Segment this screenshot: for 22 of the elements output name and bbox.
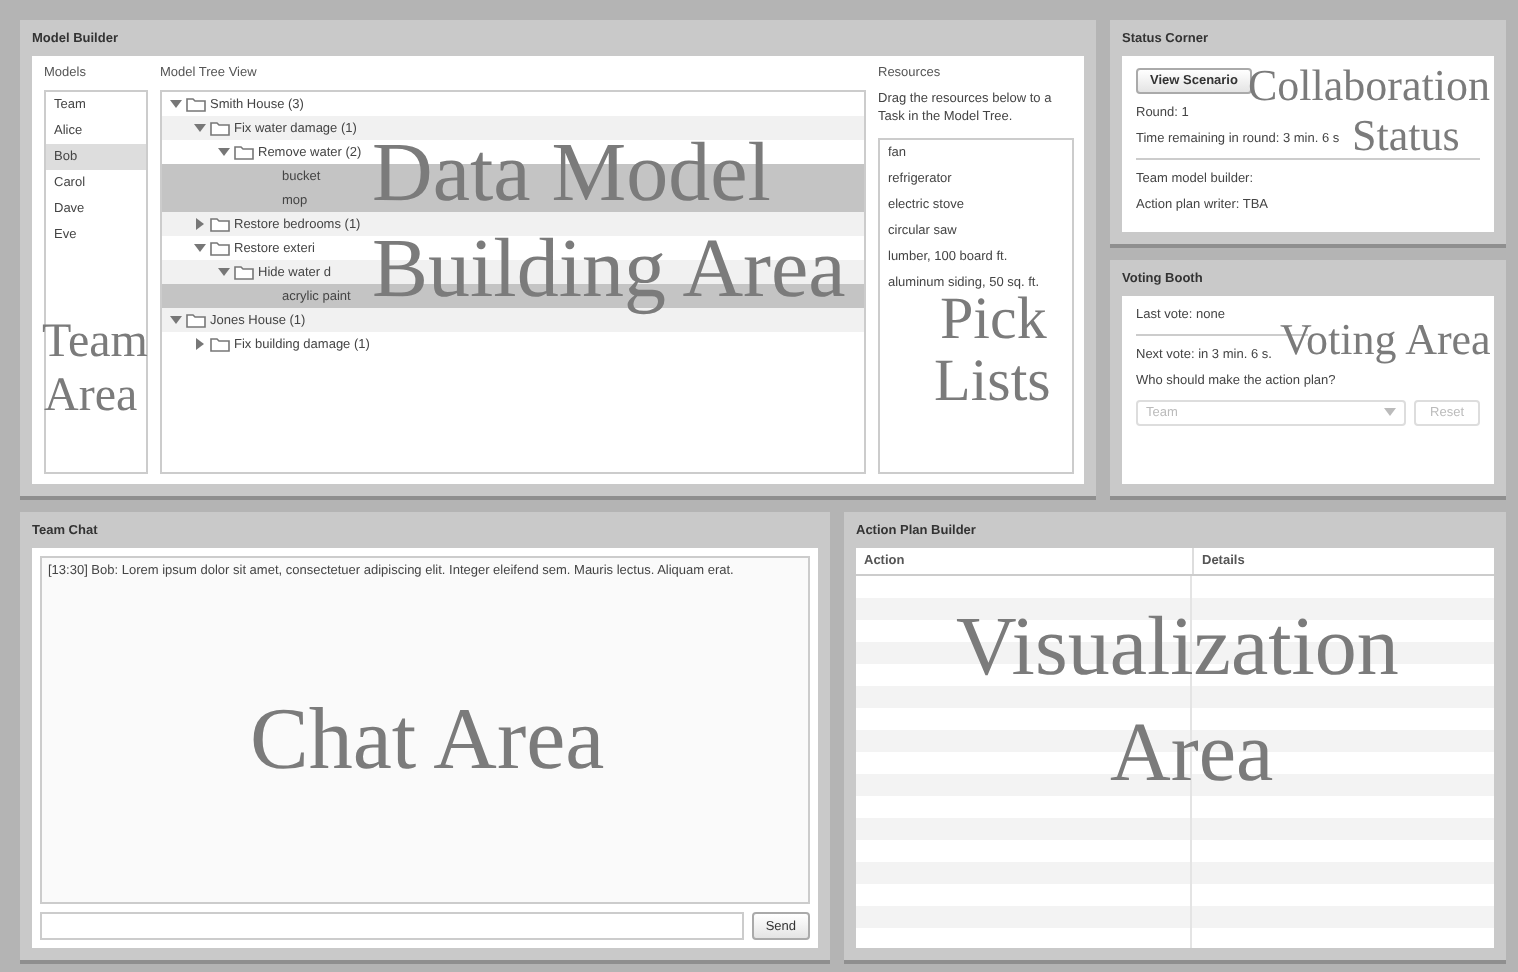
annotation-label: Team xyxy=(42,320,148,366)
annotation-label: Data Model xyxy=(372,136,771,216)
annotation-label: Lists xyxy=(934,354,1051,411)
chat-input[interactable] xyxy=(40,912,744,940)
expanded-triangle-icon[interactable] xyxy=(194,122,206,134)
annotation-label: Area xyxy=(44,374,138,420)
collapsed-triangle-icon[interactable] xyxy=(194,338,206,350)
annotation-label: Status xyxy=(1352,116,1460,158)
annotation-label: Area xyxy=(1110,716,1274,796)
expanded-triangle-icon[interactable] xyxy=(218,266,230,278)
dropdown-caret-icon xyxy=(1384,408,1397,418)
expanded-triangle-icon[interactable] xyxy=(194,242,206,254)
expanded-triangle-icon[interactable] xyxy=(170,314,182,326)
annotation-label: Pick xyxy=(940,292,1047,349)
annotation-label: Visualization xyxy=(956,610,1399,690)
expanded-triangle-icon[interactable] xyxy=(170,98,182,110)
annotation-label: Voting Area xyxy=(1280,320,1491,362)
annotation-label: Chat Area xyxy=(250,698,605,782)
collapsed-triangle-icon[interactable] xyxy=(194,218,206,230)
annotation-label: Collaboration xyxy=(1248,66,1490,108)
annotation-label: Building Area xyxy=(372,232,846,312)
expanded-triangle-icon[interactable] xyxy=(218,146,230,158)
